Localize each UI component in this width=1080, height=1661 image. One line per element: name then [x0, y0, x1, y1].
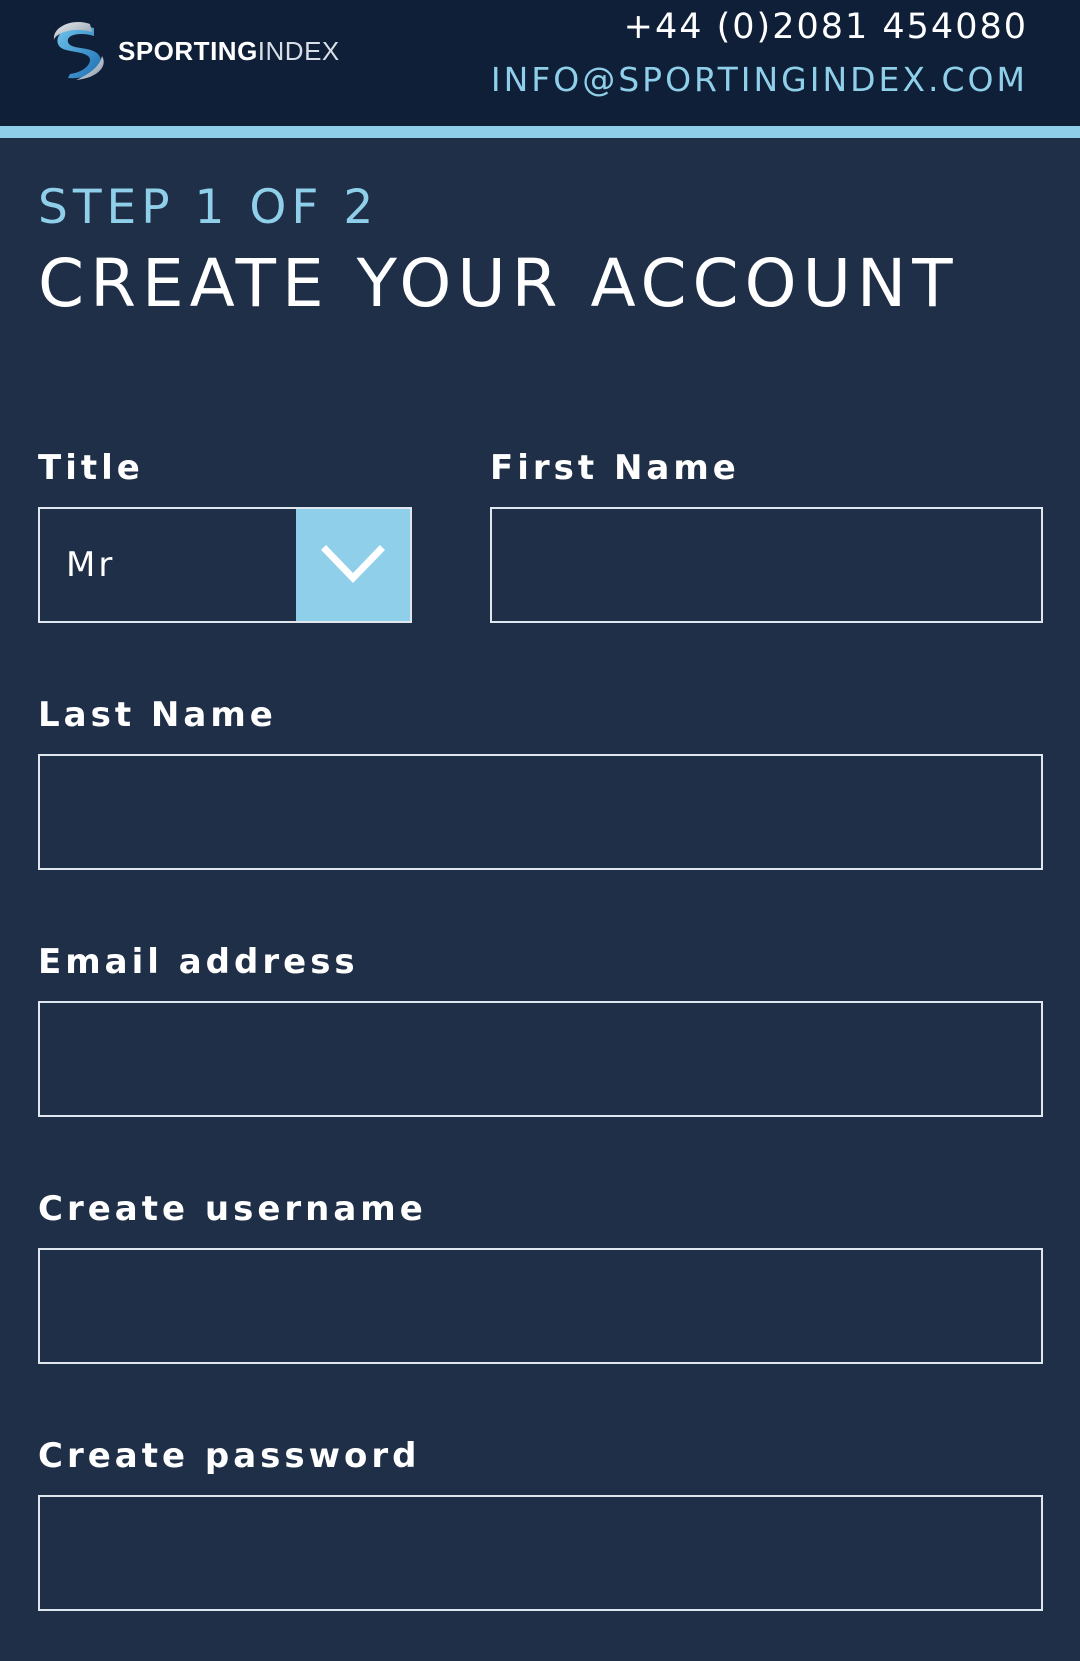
username-label: Create username: [38, 1189, 427, 1229]
header-accent-bar: [0, 126, 1080, 138]
page-title: CREATE YOUR ACCOUNT: [38, 245, 959, 322]
contact-phone-link[interactable]: +44 (0)2081 454080: [491, 2, 1028, 52]
logo-text-sporting: SPORTING: [118, 35, 258, 66]
chevron-down-icon: [321, 545, 385, 584]
email-input[interactable]: [38, 1001, 1043, 1117]
email-label: Email address: [38, 942, 359, 982]
last-name-label: Last Name: [38, 695, 277, 735]
title-dropdown-button[interactable]: [296, 509, 410, 621]
title-select[interactable]: Mr: [38, 507, 412, 623]
last-name-input[interactable]: [38, 754, 1043, 870]
first-name-label: First Name: [490, 448, 740, 488]
logo-wordmark: SPORTINGINDEX: [118, 36, 340, 67]
username-input[interactable]: [38, 1248, 1043, 1364]
title-select-value: Mr: [66, 545, 116, 585]
step-indicator: STEP 1 OF 2: [38, 180, 379, 235]
logo-text-index: INDEX: [257, 35, 340, 66]
title-label: Title: [38, 448, 144, 488]
password-label: Create password: [38, 1436, 421, 1476]
contact-info: +44 (0)2081 454080 INFO@SPORTINGINDEX.CO…: [491, 2, 1028, 108]
site-header: SPORTINGINDEX +44 (0)2081 454080 INFO@SP…: [0, 0, 1080, 126]
sporting-index-logo[interactable]: SPORTINGINDEX: [50, 20, 340, 82]
first-name-input[interactable]: [490, 507, 1043, 623]
logo-swoosh-icon: [53, 21, 104, 80]
contact-email-link[interactable]: INFO@SPORTINGINDEX.COM: [491, 52, 1028, 108]
password-input[interactable]: [38, 1495, 1043, 1611]
